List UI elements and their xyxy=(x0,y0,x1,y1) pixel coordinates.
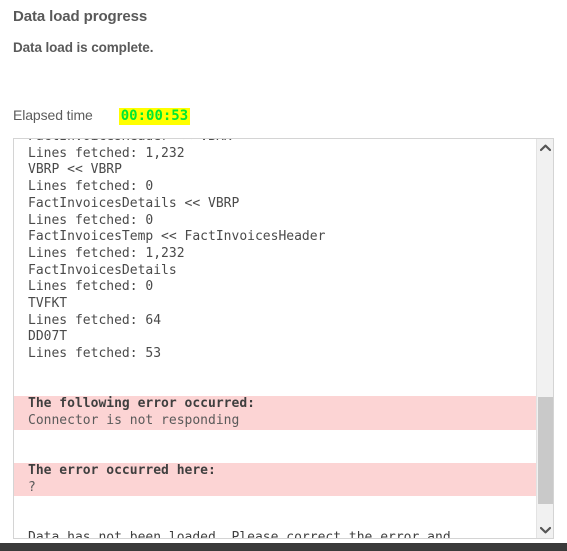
log-line: VBRP << VBRP xyxy=(28,162,122,178)
log-line: Lines fetched: 1,232 xyxy=(28,145,185,161)
elapsed-time-row: Elapsed time 00:00:53 xyxy=(13,107,191,125)
log-line: FactInvoicesHeader << VBRK xyxy=(14,139,536,146)
load-log-viewport[interactable]: FactInvoicesHeader << VBRKLines fetched:… xyxy=(14,139,536,538)
log-line: Lines fetched: 64 xyxy=(28,312,162,328)
elapsed-time-value: 00:00:53 xyxy=(118,108,191,125)
elapsed-time-label: Elapsed time xyxy=(13,107,93,123)
scrollbar-thumb[interactable] xyxy=(538,397,553,504)
chevron-down-icon xyxy=(539,526,551,534)
log-line: Lines fetched: 0 xyxy=(28,212,154,228)
log-line: FactInvoicesTemp << FactInvoicesHeader xyxy=(28,229,326,245)
scroll-up-button[interactable] xyxy=(537,139,553,156)
log-line: The following error occurred: xyxy=(14,396,536,413)
scroll-down-button[interactable] xyxy=(537,521,553,538)
log-line: Lines fetched: 0 xyxy=(28,279,154,295)
chevron-up-icon xyxy=(539,144,551,152)
page-title: Data load progress xyxy=(13,8,148,25)
load-status-text: Data load is complete. xyxy=(13,40,154,55)
load-log-panel[interactable]: FactInvoicesHeader << VBRKLines fetched:… xyxy=(13,138,554,539)
log-line: ? xyxy=(14,479,536,497)
load-log-lines: FactInvoicesHeader << VBRKLines fetched:… xyxy=(14,139,536,538)
log-line: TVFKT xyxy=(28,296,68,312)
log-line: Lines fetched: 0 xyxy=(28,179,154,195)
log-line: DD07T xyxy=(28,329,68,345)
log-line: FactInvoicesDetails xyxy=(28,262,177,278)
bottom-bar xyxy=(0,543,567,551)
log-line: The error occurred here: xyxy=(14,463,536,480)
log-line: Data has not been loaded. Please correct… xyxy=(28,529,451,538)
log-line: FactInvoicesDetails << VBRP xyxy=(28,195,240,211)
log-line: Lines fetched: 53 xyxy=(28,346,162,362)
log-line: Connector is not responding xyxy=(14,412,536,430)
log-line: Lines fetched: 1,232 xyxy=(28,245,185,261)
log-scrollbar[interactable] xyxy=(536,139,553,538)
